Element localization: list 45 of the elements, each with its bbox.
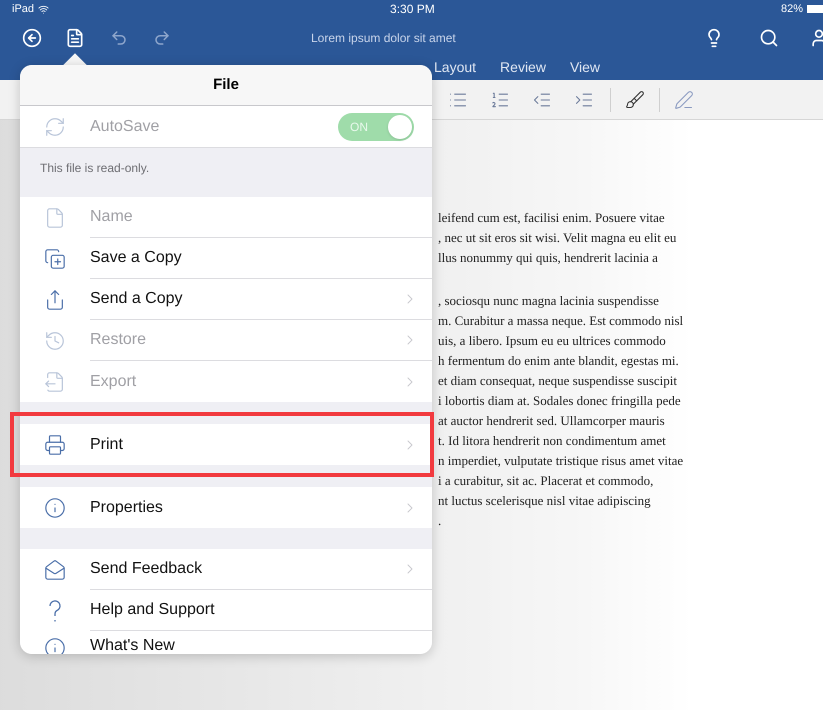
document-title: Lorem ipsum dolor sit amet — [311, 30, 456, 47]
info-icon — [44, 496, 66, 518]
document-text-line: n imperdiet, vulputate tristique risus amet vitae — [438, 452, 684, 470]
document-text-line: i a curabitur, sit ac. Placerat et commodo, — [438, 472, 654, 490]
document-text-line: llus nonummy qui quis, hendrerit lacinia a — [438, 249, 659, 267]
redo-icon[interactable] — [153, 29, 171, 47]
popover-title: File — [213, 74, 239, 95]
ribbon-tab[interactable]: Layout — [434, 57, 476, 80]
styles-icon[interactable] — [625, 90, 645, 110]
printer-icon — [44, 434, 66, 456]
device-name: iPad — [12, 2, 34, 17]
document-text-line: h fermentum do enim ante blandit, egestas mi. — [438, 352, 680, 370]
autosave-label: AutoSave — [90, 116, 160, 136]
text-effects-icon[interactable] — [674, 90, 694, 110]
sync-file-icon — [44, 116, 66, 138]
document-text-line: t. Id litora hendrerit non condimentum amet — [438, 432, 667, 450]
document-text-line: leifend cum est, facilisi enim. Posuere vitae — [438, 209, 666, 227]
document-text-line: at auctor hendrerit sed. Ullamcorper mauris — [438, 412, 666, 430]
document-text-line: nt luctus scelerisque nisl vitae adipiscing — [438, 492, 652, 510]
ribbon-tab[interactable]: View — [570, 57, 600, 80]
battery-icon — [807, 5, 823, 13]
file-icon — [44, 206, 66, 228]
search-icon[interactable] — [759, 28, 779, 48]
document-text-line: , nec ut sit eros sit wisi. Velit magna eu elit eu — [438, 229, 678, 247]
restore-icon — [44, 330, 66, 352]
battery-percent: 82% — [780, 2, 803, 17]
info-icon — [44, 637, 66, 654]
question-mark-icon — [48, 598, 62, 622]
wifi-icon — [38, 4, 50, 14]
export-icon — [44, 370, 66, 392]
share-icon — [44, 288, 66, 310]
document-text-line: m. Curabitur a massa neque. Est commodo nisl — [438, 312, 684, 330]
undo-icon[interactable] — [110, 29, 128, 47]
envelope-icon — [44, 558, 66, 580]
document-text-line: et diam consequat, neque suspendisse suscipit — [438, 372, 678, 390]
document-text-line: i lobortis diam at. Sodales donec fringilla pede — [438, 392, 682, 410]
copy-plus-icon — [44, 248, 66, 270]
document-text-line: , sociosqu nunc magna lacinia suspendisse — [438, 292, 660, 310]
document-text-line: uis, a libero. Ipsum eu eu ultrices commodo — [438, 332, 667, 350]
file-menu-icon[interactable] — [65, 28, 85, 48]
read-only-note: This file is read-only. — [40, 161, 150, 175]
clock: 3:30 PM — [390, 1, 435, 18]
document-text-line: . — [438, 512, 442, 530]
ribbon-tab[interactable]: Review — [500, 57, 546, 80]
back-icon[interactable] — [22, 28, 42, 48]
